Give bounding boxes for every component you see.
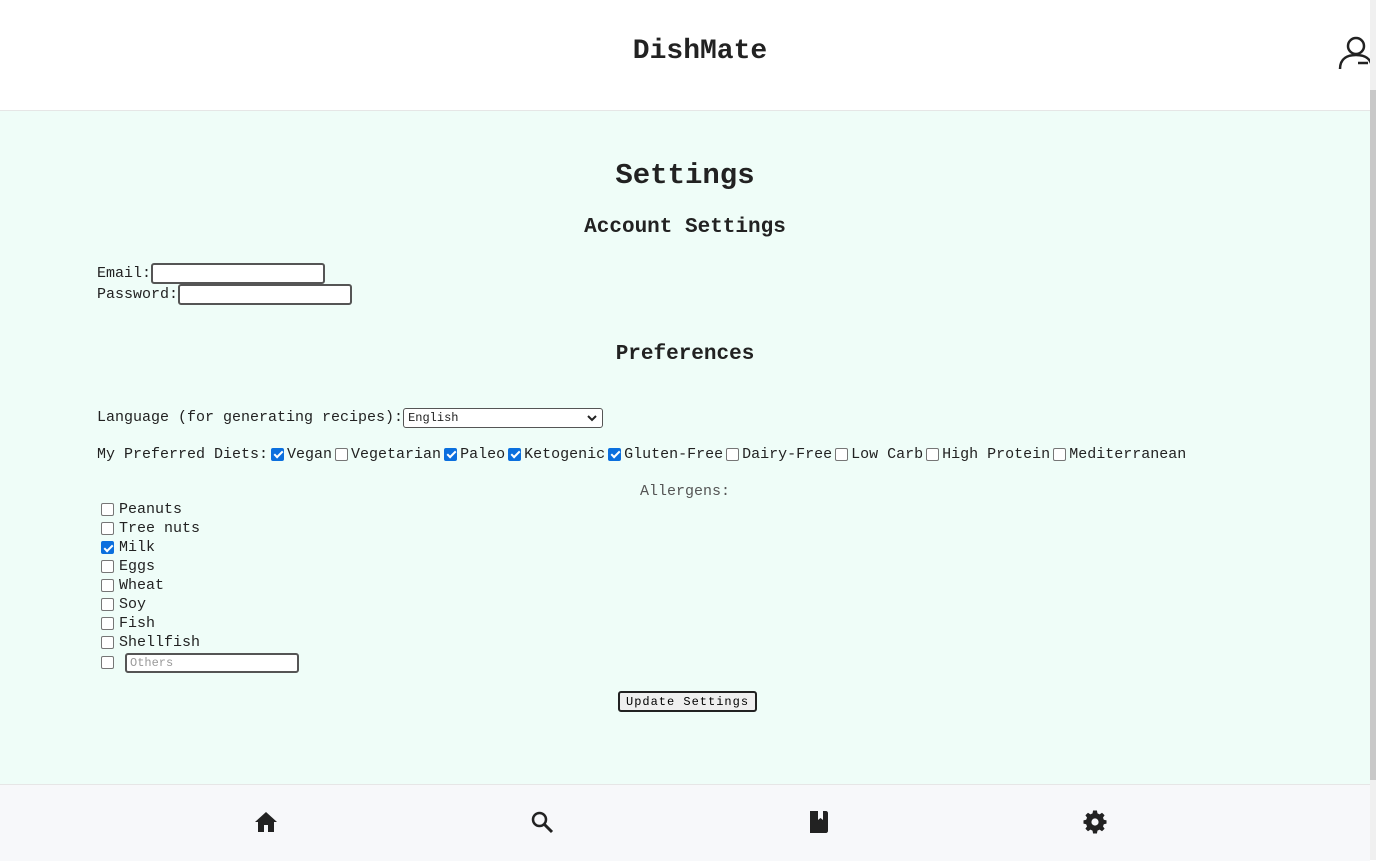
diets-options: Vegan Vegetarian Paleo Ketogenic Gluten-Free… [268, 446, 1186, 463]
diet-label: Dairy-Free [742, 445, 833, 463]
language-select[interactable]: English [403, 407, 604, 428]
diet-label: Ketogenic [524, 445, 606, 463]
allergen-item-others: Others [101, 652, 299, 673]
diet-option-vegetarian[interactable]: Vegetarian [332, 446, 441, 463]
diet-option-high-protein[interactable]: High Protein [923, 446, 1050, 463]
language-selected-value: English [408, 410, 459, 425]
others-checkbox[interactable] [101, 656, 114, 669]
nav-search[interactable] [530, 810, 554, 834]
password-row: Password: [97, 284, 353, 305]
allergen-item-shellfish[interactable]: Shellfish [101, 633, 299, 652]
allergen-label: Fish [119, 615, 156, 632]
gear-icon [1083, 810, 1107, 834]
diet-checkbox[interactable] [835, 447, 849, 461]
diet-checkbox[interactable] [1053, 447, 1067, 461]
allergen-label: Eggs [119, 558, 156, 575]
allergen-checkbox[interactable] [101, 636, 114, 649]
allergen-label: Soy [119, 596, 147, 613]
diet-checkbox[interactable] [444, 447, 458, 461]
allergen-label: Milk [119, 539, 156, 556]
allergens-heading: Allergens: [639, 483, 730, 500]
diet-checkbox[interactable] [335, 447, 349, 461]
scrollbar-track[interactable] [1370, 0, 1376, 860]
diet-label: Paleo [460, 445, 506, 463]
diet-label: High Protein [942, 445, 1051, 463]
nav-recipes[interactable] [807, 810, 831, 834]
diet-checkbox[interactable] [726, 447, 740, 461]
diets-label: My Preferred Diets: [97, 445, 269, 463]
diet-checkbox[interactable] [926, 447, 940, 461]
chevron-down-icon [587, 414, 597, 421]
allergen-item-tree-nuts[interactable]: Tree nuts [101, 519, 299, 538]
password-label: Password: [97, 286, 179, 303]
diet-checkbox[interactable] [508, 447, 522, 461]
allergen-label: Tree nuts [119, 520, 201, 537]
diet-checkbox[interactable] [271, 447, 285, 461]
diet-option-dairy-free[interactable]: Dairy-Free [723, 446, 832, 463]
diet-option-gluten-free[interactable]: Gluten-Free [605, 446, 723, 463]
password-field[interactable] [178, 284, 353, 305]
diets-row: My Preferred Diets: Vegan Vegetarian Paleo… [97, 444, 1186, 464]
allergen-item-milk[interactable]: Milk [101, 538, 299, 557]
allergen-checkbox[interactable] [101, 522, 114, 535]
app-title: DishMate [632, 36, 768, 67]
nav-settings[interactable] [1083, 810, 1107, 834]
email-row: Email: [97, 263, 326, 284]
allergen-item-soy[interactable]: Soy [101, 595, 299, 614]
language-row: Language (for generating recipes): Engli… [97, 407, 604, 428]
diet-option-ketogenic[interactable]: Ketogenic [505, 446, 605, 463]
diet-option-mediterranean[interactable]: Mediterranean [1050, 446, 1186, 463]
bottom-nav [0, 784, 1370, 861]
email-label: Email: [97, 265, 152, 282]
account-settings-title: Account Settings [584, 216, 786, 239]
scrollbar-thumb[interactable] [1370, 90, 1376, 780]
allergen-checkbox[interactable] [101, 598, 114, 611]
preferences-title: Preferences [615, 343, 755, 366]
allergen-checkbox[interactable] [101, 560, 114, 573]
allergen-item-peanuts[interactable]: Peanuts [101, 500, 299, 519]
allergen-item-fish[interactable]: Fish [101, 614, 299, 633]
diet-option-vegan[interactable]: Vegan [268, 446, 332, 463]
email-field[interactable] [151, 263, 326, 284]
app-header: DishMate [0, 0, 1374, 111]
allergen-item-wheat[interactable]: Wheat [101, 576, 299, 595]
allergen-checkbox[interactable] [101, 541, 114, 554]
allergen-checkbox[interactable] [101, 579, 114, 592]
settings-main: Settings Account Settings Email: Passwor… [0, 111, 1370, 784]
others-input[interactable]: Others [125, 652, 299, 673]
diet-label: Gluten-Free [624, 445, 724, 463]
diet-label: Vegan [287, 445, 333, 463]
diet-label: Mediterranean [1069, 445, 1187, 463]
allergen-checkbox[interactable] [101, 617, 114, 630]
home-icon [255, 812, 277, 832]
diet-label: Vegetarian [351, 445, 442, 463]
allergen-label: Peanuts [119, 501, 183, 518]
diet-option-paleo[interactable]: Paleo [441, 446, 505, 463]
page-title: Settings [615, 159, 755, 192]
allergen-checkbox[interactable] [101, 503, 114, 516]
search-icon [531, 811, 554, 834]
allergen-label: Shellfish [119, 634, 201, 651]
book-icon [810, 811, 828, 833]
allergens-list: Peanuts Tree nuts Milk Eggs Wheat Soy Fish Shel… [101, 500, 299, 673]
diet-checkbox[interactable] [608, 447, 622, 461]
allergen-label: Wheat [119, 577, 165, 594]
allergen-item-eggs[interactable]: Eggs [101, 557, 299, 576]
diet-label: Low Carb [851, 445, 924, 463]
language-label: Language (for generating recipes): [97, 409, 404, 426]
update-settings-button[interactable]: Update Settings [618, 691, 758, 712]
diet-option-low-carb[interactable]: Low Carb [832, 446, 923, 463]
nav-home[interactable] [254, 810, 278, 834]
